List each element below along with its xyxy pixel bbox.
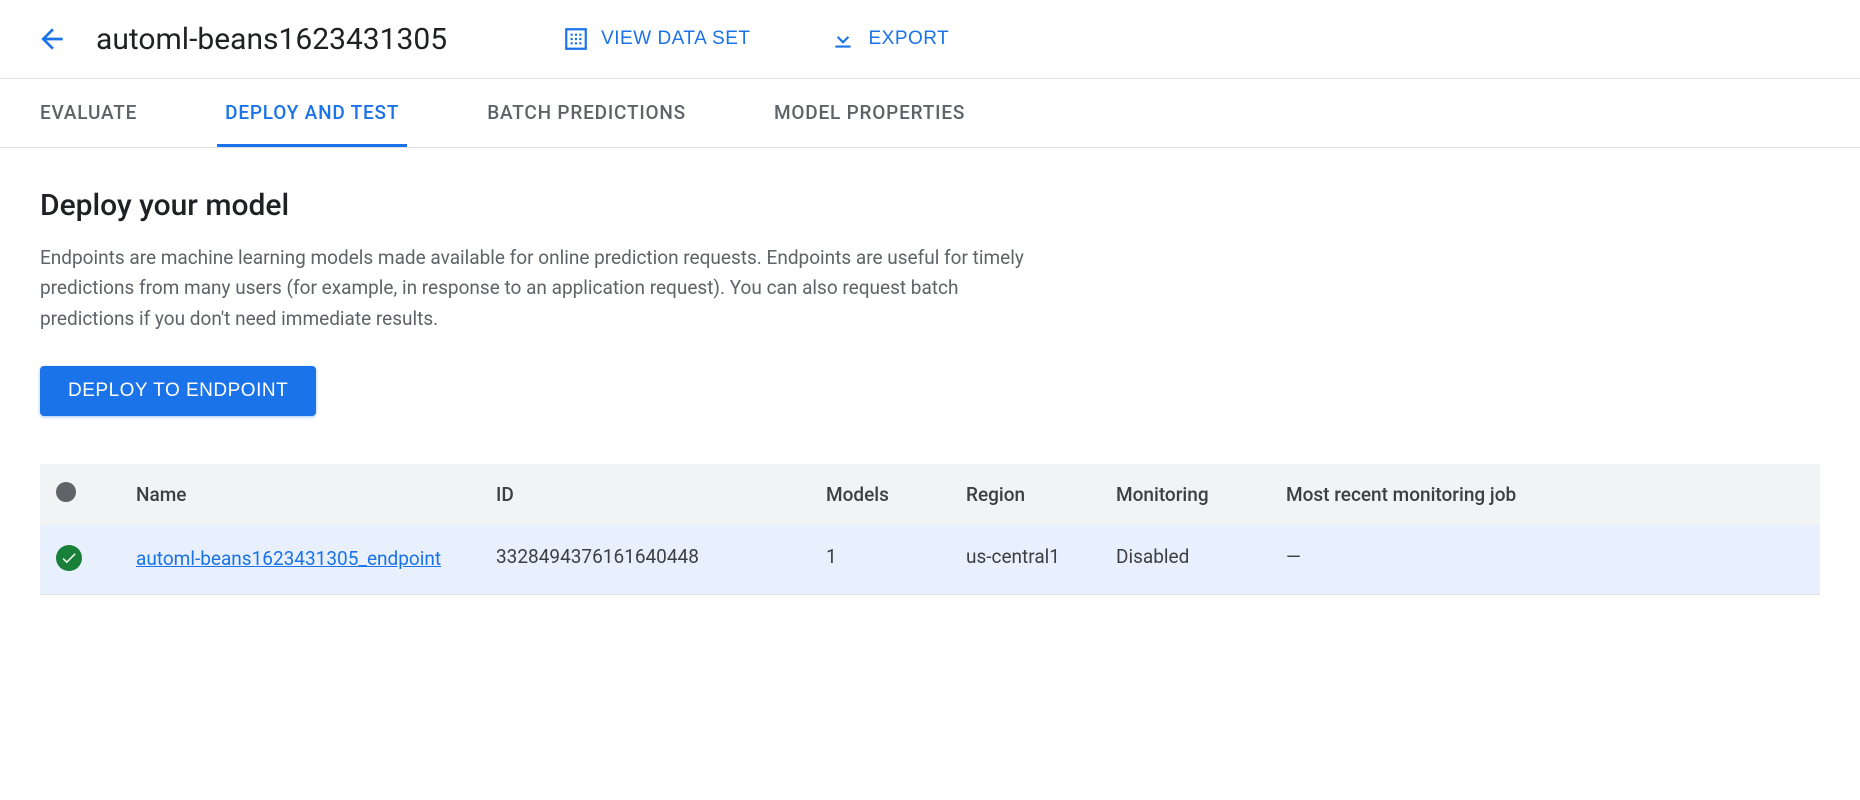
cell-id: 3328494376161640448 [480,525,810,594]
section-description: Endpoints are machine learning models ma… [40,243,1040,334]
tab-evaluate[interactable]: EVALUATE [32,79,145,147]
col-region: Region [950,464,1100,525]
col-monitoring: Monitoring [1100,464,1270,525]
deploy-to-endpoint-button[interactable]: DEPLOY TO ENDPOINT [40,366,316,416]
tab-deploy-and-test[interactable]: DEPLOY AND TEST [217,79,407,147]
view-dataset-button[interactable]: VIEW DATA SET [551,18,762,60]
main-content: Deploy your model Endpoints are machine … [0,148,1860,635]
top-bar: automl-beans1623431305 VIEW DATA SET EXP… [0,0,1860,79]
col-models: Models [810,464,950,525]
back-button[interactable] [32,19,72,59]
cell-status [40,525,120,594]
download-icon [830,26,856,52]
view-dataset-label: VIEW DATA SET [601,28,750,50]
endpoint-link[interactable]: automl-beans1623431305_endpoint [136,545,441,574]
table-header-row: Name ID Models Region Monitoring Most re… [40,464,1820,525]
col-name: Name [120,464,480,525]
page-title: automl-beans1623431305 [96,22,447,57]
endpoints-table: Name ID Models Region Monitoring Most re… [40,464,1820,595]
section-title: Deploy your model [40,188,1820,223]
status-dot-icon [56,482,76,502]
cell-monitoring: Disabled [1100,525,1270,594]
cell-region: us-central1 [950,525,1100,594]
col-status [40,464,120,525]
col-recent-job: Most recent monitoring job [1270,464,1820,525]
export-label: EXPORT [868,28,949,50]
grid-icon [563,26,589,52]
table-row[interactable]: automl-beans1623431305_endpoint 33284943… [40,525,1820,594]
cell-recent-job: — [1270,525,1820,594]
col-id: ID [480,464,810,525]
export-button[interactable]: EXPORT [818,18,961,60]
arrow-left-icon [36,23,68,55]
tab-model-properties[interactable]: MODEL PROPERTIES [766,79,973,147]
cell-name: automl-beans1623431305_endpoint [120,525,480,594]
tabs: EVALUATE DEPLOY AND TEST BATCH PREDICTIO… [0,79,1860,148]
cell-models: 1 [810,525,950,594]
tab-batch-predictions[interactable]: BATCH PREDICTIONS [479,79,694,147]
check-circle-icon [56,545,82,571]
